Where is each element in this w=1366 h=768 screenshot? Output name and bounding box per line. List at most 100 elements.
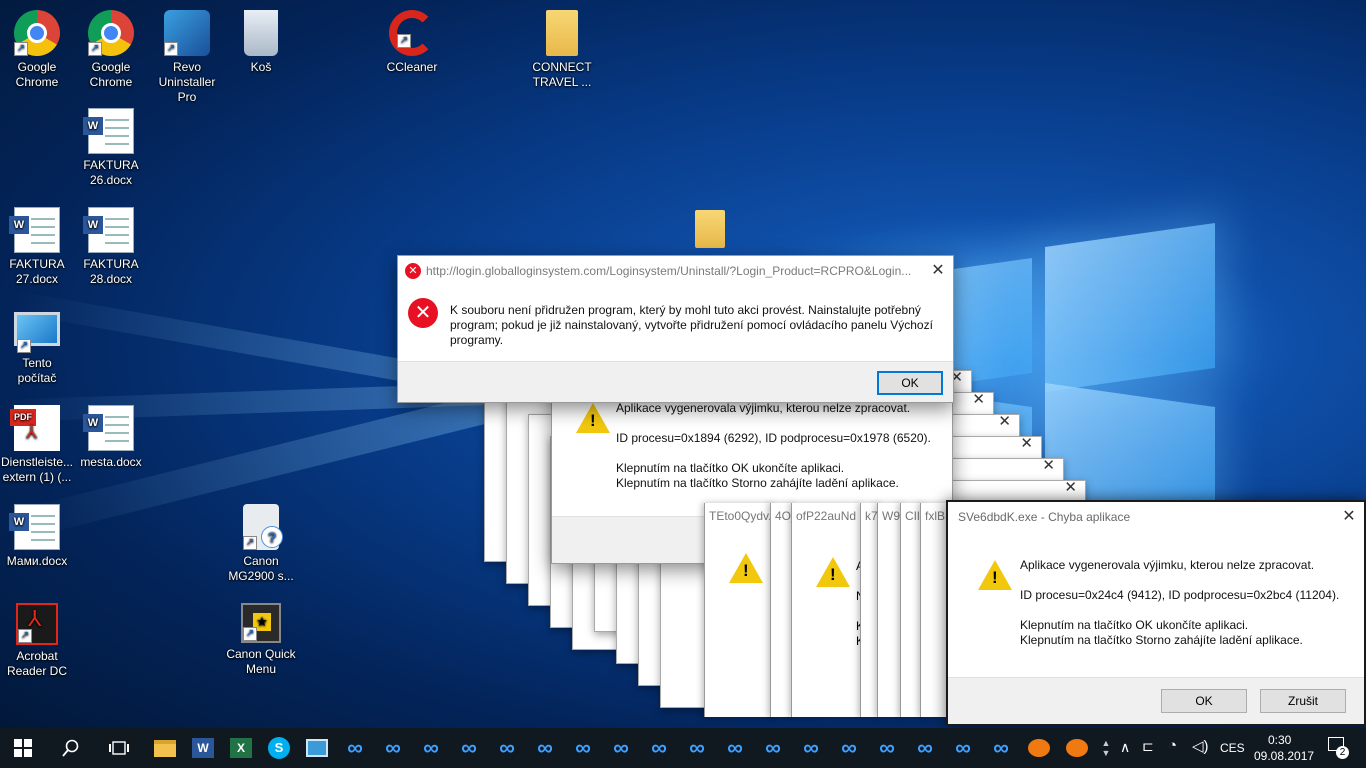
warning-icon: !: [576, 403, 610, 433]
word-document-icon: W: [83, 108, 134, 154]
link-icon: ∞: [879, 735, 895, 760]
ok-button[interactable]: OK: [877, 371, 943, 395]
ok-button[interactable]: OK: [1161, 689, 1247, 713]
link-icon: ∞: [347, 735, 363, 760]
folder-icon[interactable]: [695, 210, 725, 248]
taskbar-link-app[interactable]: ∞: [982, 728, 1020, 768]
taskbar-pumpkin-app[interactable]: [1020, 728, 1058, 768]
link-icon: ∞: [651, 735, 667, 760]
link-icon: ∞: [613, 735, 629, 760]
desktop-icon-label: FAKTURA 27.docx: [9, 257, 65, 286]
chevron-up-icon: ▲: [1101, 738, 1111, 748]
dialog-title: http://login.globalloginsystem.com/Login…: [426, 264, 912, 278]
clock-date[interactable]: 09.08.2017: [1254, 749, 1314, 763]
excel-icon: X: [230, 738, 252, 758]
close-icon[interactable]: ✕: [1334, 502, 1364, 532]
close-icon[interactable]: ✕: [1020, 434, 1033, 452]
desktop-icon-recycle-bin[interactable]: Koš: [224, 10, 298, 75]
taskbar-link-app[interactable]: ∞: [944, 728, 982, 768]
desktop-icon-label: Dienstleiste... extern (1) (...: [0, 455, 74, 484]
close-icon[interactable]: ✕: [998, 412, 1011, 430]
window-title: TEto0Qydv...: [709, 509, 775, 523]
desktop-icon-acrobat[interactable]: ⅄ ↗ Acrobat Reader DC: [0, 603, 74, 679]
window-title: ofP22auNd: [796, 509, 857, 523]
desktop-icon-canon-quick-menu[interactable]: ★ ↗ Canon Quick Menu: [224, 603, 298, 677]
taskbar-link-app[interactable]: ∞: [754, 728, 792, 768]
association-error-dialog: ✕ http://login.globalloginsystem.com/Log…: [397, 255, 954, 403]
taskbar-link-app[interactable]: ∞: [336, 728, 374, 768]
pdf-document-icon: PDF ⅄: [10, 405, 60, 451]
battery-plug-icon[interactable]: ⊏: [1142, 738, 1154, 755]
taskbar-link-app[interactable]: ∞: [602, 728, 640, 768]
desktop-icon-canon-mg2900[interactable]: ? ↗ Canon MG2900 s...: [224, 504, 298, 584]
desktop-icon-chrome-2[interactable]: ↗ Google Chrome: [74, 10, 148, 90]
taskbar-word[interactable]: W: [184, 728, 222, 768]
taskbar-app[interactable]: [298, 728, 336, 768]
desktop-icon-revo[interactable]: ↗ Revo Uninstaller Pro: [150, 10, 224, 105]
cancel-button[interactable]: Zrušit: [1260, 689, 1346, 713]
cascaded-error-window[interactable]: ofP22auNd ! A N K K: [791, 503, 862, 717]
desktop-icon-this-pc[interactable]: ↗ Tento počítač: [0, 306, 74, 386]
taskbar-scroll[interactable]: ▲ ▼: [1096, 728, 1116, 768]
dialog-title: SVe6dbdK.exe - Chyba aplikace: [958, 510, 1131, 524]
taskbar-link-app[interactable]: ∞: [830, 728, 868, 768]
taskbar-link-app[interactable]: ∞: [450, 728, 488, 768]
close-icon[interactable]: ✕: [972, 390, 985, 408]
taskbar-link-app[interactable]: ∞: [564, 728, 602, 768]
desktop-icon-connect-travel[interactable]: CONNECT TRAVEL ...: [525, 10, 599, 90]
desktop-icon-dienstleister[interactable]: PDF ⅄ Dienstleiste... extern (1) (...: [0, 405, 74, 485]
cascaded-error-window[interactable]: TEto0Qydv... !: [704, 503, 775, 717]
desktop-icon-label: CONNECT TRAVEL ...: [532, 60, 592, 89]
close-icon[interactable]: ✕: [1042, 456, 1055, 474]
taskbar-excel[interactable]: X: [222, 728, 260, 768]
desktop-icon-faktura-26[interactable]: W FAKTURA 26.docx: [74, 108, 148, 188]
close-icon[interactable]: ✕: [1064, 478, 1077, 496]
taskbar-file-explorer[interactable]: [146, 728, 184, 768]
taskbar-pumpkin-app[interactable]: [1058, 728, 1096, 768]
desktop-icon-mesta[interactable]: W mesta.docx: [74, 405, 148, 470]
taskbar-link-app[interactable]: ∞: [716, 728, 754, 768]
wifi-icon[interactable]: ◔: [1168, 737, 1177, 754]
clock-time[interactable]: 0:30: [1268, 733, 1291, 747]
desktop-icon-faktura-27[interactable]: W FAKTURA 27.docx: [0, 207, 74, 287]
taskbar-link-app[interactable]: ∞: [526, 728, 564, 768]
taskbar-link-app[interactable]: ∞: [906, 728, 944, 768]
show-hidden-icons-chevron-icon[interactable]: ∧: [1120, 739, 1130, 756]
desktop-icon-ccleaner[interactable]: ↗ CCleaner: [375, 10, 449, 75]
volume-icon[interactable]: ◁): [1192, 737, 1209, 755]
recycle-bin-icon: [244, 10, 278, 56]
link-icon: ∞: [461, 735, 477, 760]
error-message-line: Klepnutím na tlačítko Storno zahájíte la…: [1020, 633, 1303, 647]
link-icon: ∞: [575, 735, 591, 760]
taskbar-link-app[interactable]: ∞: [374, 728, 412, 768]
exception-message-line: Aplikace vygenerovala výjimku, kterou ne…: [616, 401, 911, 415]
dialog-title-bar: SVe6dbdK.exe - Chyba aplikace ✕: [948, 502, 1364, 532]
link-icon: ∞: [841, 735, 857, 760]
warning-icon: !: [816, 557, 850, 587]
language-indicator[interactable]: CES: [1220, 741, 1245, 755]
link-icon: ∞: [689, 735, 705, 760]
computer-icon: ↗: [14, 312, 60, 353]
start-button[interactable]: [4, 728, 42, 768]
application-error-dialog: SVe6dbdK.exe - Chyba aplikace ✕ ! Aplika…: [946, 500, 1366, 726]
desktop-icon-faktura-28[interactable]: W FAKTURA 28.docx: [74, 207, 148, 287]
taskbar-link-app[interactable]: ∞: [678, 728, 716, 768]
taskbar-link-app[interactable]: ∞: [488, 728, 526, 768]
desktop-icon-mami[interactable]: W Мами.docx: [0, 504, 74, 569]
taskbar-skype[interactable]: S: [260, 728, 298, 768]
search-icon: [62, 739, 79, 757]
taskbar-link-app[interactable]: ∞: [412, 728, 450, 768]
close-icon[interactable]: ✕: [923, 256, 953, 286]
canon-quick-menu-icon: ★ ↗: [241, 603, 281, 643]
windows-start-icon: [14, 739, 32, 757]
desktop-icon-label: CCleaner: [386, 60, 438, 74]
taskbar-link-app[interactable]: ∞: [792, 728, 830, 768]
desktop-icon-chrome-1[interactable]: ↗ Google Chrome: [0, 10, 74, 90]
desktop-icon-label: Google Chrome: [15, 60, 59, 89]
chrome-icon: ↗: [14, 10, 60, 56]
desktop-icon-label: Koš: [250, 60, 272, 74]
search-button[interactable]: [52, 728, 90, 768]
taskbar-link-app[interactable]: ∞: [868, 728, 906, 768]
taskbar-link-app[interactable]: ∞: [640, 728, 678, 768]
task-view-button[interactable]: [100, 728, 138, 768]
